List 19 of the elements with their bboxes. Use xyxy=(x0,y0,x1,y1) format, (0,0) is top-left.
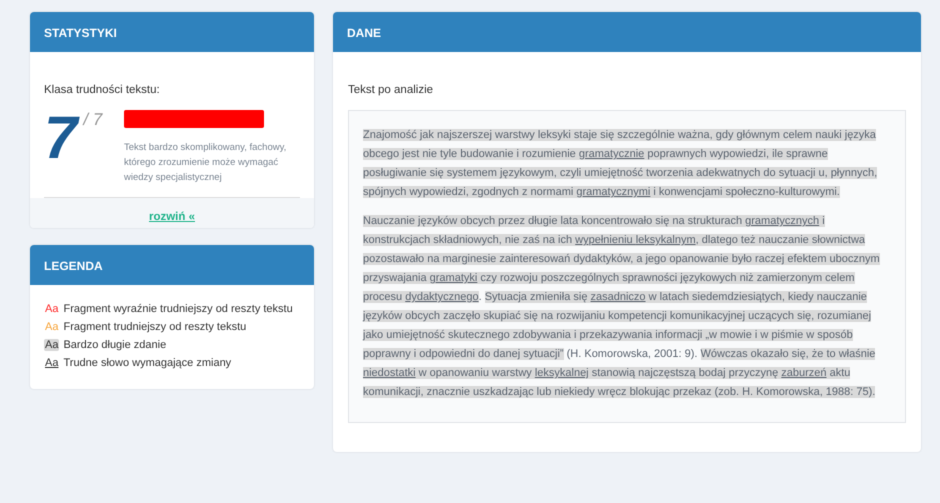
legend-label: Fragment wyraźnie trudniejszy od reszty tekstu xyxy=(63,303,293,315)
difficulty-label: Klasa trudności tekstu: xyxy=(44,84,160,96)
difficulty-description: Tekst bardzo skomplikowany, fachowy, którego zrozumienie może wymagać wiedzy specjalistycznej xyxy=(124,141,288,185)
legend-label: Trudne słowo wymagające zmiany xyxy=(63,357,232,369)
style-sample: Aa xyxy=(44,339,60,351)
legend-label: Fragment trudniejszy od reszty tekstu xyxy=(63,321,246,333)
panel-title: DANE xyxy=(347,26,382,40)
style-sample: Aa xyxy=(44,303,60,315)
analyzed-paragraph: Nauczanie języków obcych przez długie lata koncentrowało się na strukturach gramatycznych i konstrukcjach składniowych, nie zaś na ich wypełnieniu leksykalnym, dlatego też nauczanie słownictwa pozostawało na marginesie zainteresowań dydaktyków, a jego opanowanie było raczej efektem ubocznym przyswajania gramatyki czy rozwoju poszczególnych sprawności językowych niż zamierzonym celem procesu dydaktycznego. Sytuacja zmieniła się zasadniczo w latach siedemdziesiątych, kiedy nauczanie języków obcych zaczęło skupiać się na rozwijaniu kompetencji komunikacyjnej uczących się, rozumianej jako umiejętność skutecznego zdobywania i przekazywania informacji „w mowie i w piśmie w sposób poprawny i odpowiedni do danej sytuacji” (H. Komorowska, 2001: 9). Wówczas okazało się, że to właśnie niedostatki w opanowaniu warstwy leksykalnej stanowią najczęstszą bodaj przyczynę zaburzeń aktu komunikacji, znacznie uszkadzając lub niekiedy wręcz blokując przekaz (zob. H. Komorowska, 1988: 75). xyxy=(363,214,881,400)
style-sample: Aa xyxy=(44,321,60,333)
expand-link[interactable]: rozwiń « xyxy=(148,211,195,223)
panel-title: STATYSTYKI xyxy=(44,26,117,40)
difficulty-max: / 7 xyxy=(83,110,102,130)
legend-label: Bardzo długie zdanie xyxy=(63,339,166,351)
difficulty-score: 7 xyxy=(44,108,78,168)
panel-title: LEGENDA xyxy=(44,259,103,273)
analyzed-paragraph: Znajomość jak najszerszej warstwy leksyki staje się szczególnie ważna, gdy głównym celem nauki języka obcego jest nie tyle budowanie i rozumienie gramatycznie poprawnych wypowiedzi, ile sprawne posługiwanie się systemem językowym, czyli umiejętność tworzenia adekwatnych do sytuacji u, płynnych, spójnych wypowiedzi, zgodnych z normami gramatycznymi i konwencjami społeczno-kulturowymi. xyxy=(363,128,878,200)
text-label: Tekst po analizie xyxy=(348,84,434,96)
style-sample: Aa xyxy=(44,357,60,369)
